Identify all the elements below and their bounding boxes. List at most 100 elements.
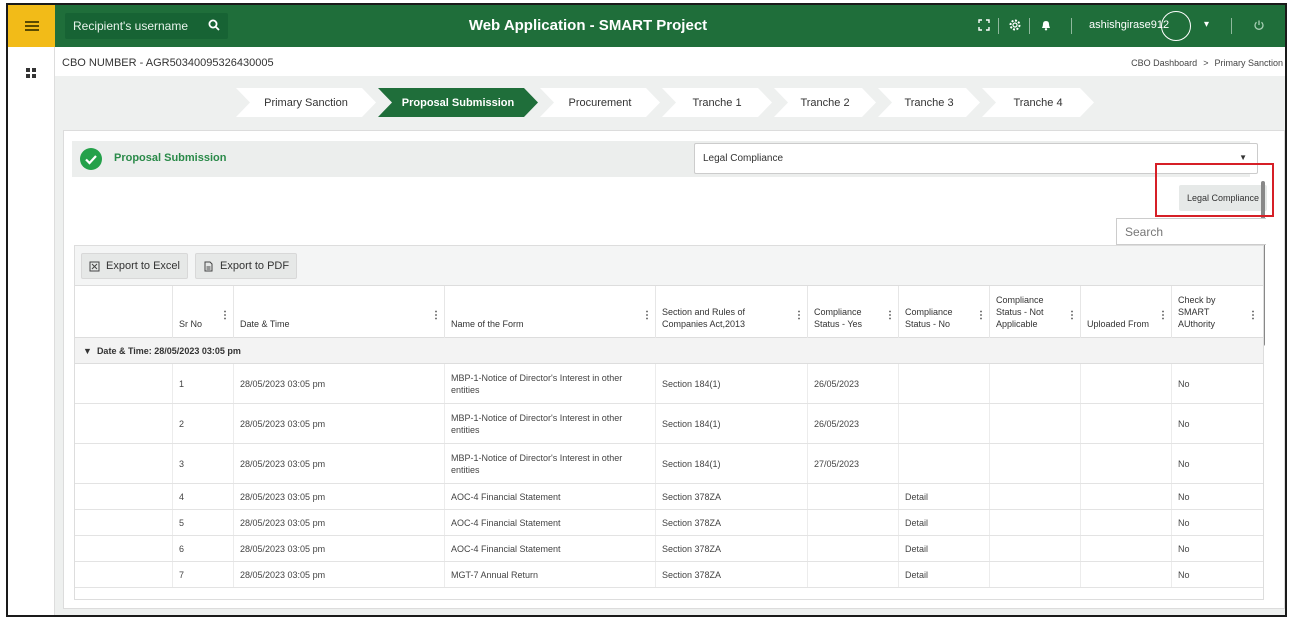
username-label[interactable]: ashishgirase912 bbox=[1089, 19, 1169, 31]
column-header-status-yes[interactable]: Compliance Status - Yes ⋮ bbox=[807, 286, 898, 338]
export-pdf-label: Export to PDF bbox=[220, 260, 290, 272]
apps-grid-icon[interactable] bbox=[25, 67, 37, 79]
step-tranche-1[interactable]: Tranche 1 bbox=[662, 88, 772, 117]
cell-form-name: MBP-1-Notice of Director's Interest in o… bbox=[444, 364, 655, 403]
cbo-header: CBO NUMBER - AGR50340095326430005 CBO Da… bbox=[55, 47, 1285, 76]
column-menu-icon[interactable]: ⋮ bbox=[1158, 310, 1168, 322]
table-row[interactable]: 4 28/05/2023 03:05 pm AOC-4 Financial St… bbox=[75, 484, 1263, 510]
column-header-label: Compliance Status - Not Applicable bbox=[996, 295, 1044, 329]
fullscreen-icon[interactable] bbox=[977, 18, 991, 32]
table-row[interactable]: 6 28/05/2023 03:05 pm AOC-4 Financial St… bbox=[75, 536, 1263, 562]
column-header-label: Uploaded From bbox=[1087, 319, 1150, 329]
export-pdf-button[interactable]: Export to PDF bbox=[195, 253, 298, 279]
recipient-search bbox=[65, 13, 228, 39]
column-header-check-smart[interactable]: Check by SMART AUthority ⋮ bbox=[1171, 286, 1261, 338]
cell-status-yes bbox=[807, 484, 898, 509]
grid-header: Sr No ⋮ Date & Time ⋮ Name of the Form ⋮ Se… bbox=[75, 286, 1263, 338]
table-row[interactable]: 3 28/05/2023 03:05 pm MBP-1-Notice of Di… bbox=[75, 444, 1263, 484]
cell-check: No bbox=[1171, 404, 1261, 443]
expand-caret-icon[interactable]: ▼ bbox=[83, 346, 92, 356]
table-row[interactable]: 2 28/05/2023 03:05 pm MBP-1-Notice of Di… bbox=[75, 404, 1263, 444]
toolbar-divider bbox=[1231, 18, 1232, 34]
column-menu-icon[interactable]: ⋮ bbox=[794, 310, 804, 322]
step-tranche-4[interactable]: Tranche 4 bbox=[982, 88, 1094, 117]
bell-icon[interactable] bbox=[1039, 18, 1053, 32]
grid-toolbar: Export to Excel Export to PDF bbox=[75, 246, 1263, 286]
table-row[interactable]: 5 28/05/2023 03:05 pm AOC-4 Financial St… bbox=[75, 510, 1263, 536]
step-primary-sanction[interactable]: Primary Sanction bbox=[236, 88, 376, 117]
cell-sr-no: 2 bbox=[172, 404, 233, 443]
cell-date-time: 28/05/2023 03:05 pm bbox=[233, 484, 444, 509]
toolbar-divider bbox=[1029, 18, 1030, 34]
group-row[interactable]: ▼ Date & Time: 28/05/2023 03:05 pm bbox=[75, 338, 1263, 364]
column-header-section-rules[interactable]: Section and Rules of Companies Act,2013 ⋮ bbox=[655, 286, 807, 338]
column-header-label: Date & Time bbox=[240, 319, 290, 329]
settings-icon[interactable] bbox=[1008, 18, 1022, 32]
chevron-down-icon: ▼ bbox=[1239, 153, 1247, 162]
cell-section: Section 378ZA bbox=[655, 536, 807, 561]
cell-status-na bbox=[989, 536, 1080, 561]
column-menu-icon[interactable]: ⋮ bbox=[1248, 310, 1258, 322]
column-header-status-no[interactable]: Compliance Status - No ⋮ bbox=[898, 286, 989, 338]
grid-search-input[interactable] bbox=[1116, 218, 1266, 245]
cell-date-time: 28/05/2023 03:05 pm bbox=[233, 510, 444, 535]
step-procurement[interactable]: Procurement bbox=[540, 88, 660, 117]
column-menu-icon[interactable]: ⋮ bbox=[642, 310, 652, 322]
cell-uploaded-from bbox=[1080, 510, 1171, 535]
search-icon[interactable] bbox=[208, 19, 220, 31]
power-icon[interactable] bbox=[1252, 18, 1266, 32]
annotation-highlight bbox=[1155, 163, 1274, 217]
column-header-date-time[interactable]: Date & Time ⋮ bbox=[233, 286, 444, 338]
proposal-card: Proposal Submission Legal Compliance ▼ L… bbox=[63, 130, 1285, 609]
table-row[interactable]: 7 28/05/2023 03:05 pm MGT-7 Annual Retur… bbox=[75, 562, 1263, 588]
cell-status-no bbox=[898, 444, 989, 483]
hamburger-menu-button[interactable] bbox=[8, 5, 55, 47]
table-row[interactable]: 1 28/05/2023 03:05 pm MBP-1-Notice of Di… bbox=[75, 364, 1263, 404]
cell-form-name: MBP-1-Notice of Director's Interest in o… bbox=[444, 404, 655, 443]
column-menu-icon[interactable]: ⋮ bbox=[431, 310, 441, 322]
excel-icon bbox=[89, 261, 100, 271]
pdf-icon bbox=[204, 261, 213, 271]
cell-section: Section 184(1) bbox=[655, 364, 807, 403]
toolbar-divider bbox=[998, 18, 999, 34]
cell-check: No bbox=[1171, 562, 1261, 587]
column-menu-icon[interactable]: ⋮ bbox=[220, 310, 230, 322]
step-tranche-3[interactable]: Tranche 3 bbox=[878, 88, 980, 117]
column-header-label: Name of the Form bbox=[451, 319, 524, 329]
export-excel-button[interactable]: Export to Excel bbox=[81, 253, 188, 279]
cell-status-yes: 26/05/2023 bbox=[807, 404, 898, 443]
column-menu-icon[interactable]: ⋮ bbox=[1067, 310, 1077, 322]
check-circle-icon bbox=[80, 148, 102, 170]
cell-check: No bbox=[1171, 510, 1261, 535]
column-header-uploaded-from[interactable]: Uploaded From ⋮ bbox=[1080, 286, 1171, 338]
cell-form-name: MGT-7 Annual Return bbox=[444, 562, 655, 587]
column-header-sr-no[interactable]: Sr No ⋮ bbox=[172, 286, 233, 338]
column-header-status-na[interactable]: Compliance Status - Not Applicable ⋮ bbox=[989, 286, 1080, 338]
cell-status-na bbox=[989, 364, 1080, 403]
cell-status-na bbox=[989, 484, 1080, 509]
column-menu-icon[interactable]: ⋮ bbox=[976, 310, 986, 322]
cell-check: No bbox=[1171, 536, 1261, 561]
cell-date-time: 28/05/2023 03:05 pm bbox=[233, 562, 444, 587]
step-proposal-submission[interactable]: Proposal Submission bbox=[378, 88, 538, 117]
cell-uploaded-from bbox=[1080, 484, 1171, 509]
column-header-form-name[interactable]: Name of the Form ⋮ bbox=[444, 286, 655, 338]
cell-status-no bbox=[898, 404, 989, 443]
cell-form-name: AOC-4 Financial Statement bbox=[444, 484, 655, 509]
column-header-label: Check by SMART AUthority bbox=[1178, 295, 1216, 329]
cell-status-yes bbox=[807, 536, 898, 561]
cell-section: Section 378ZA bbox=[655, 562, 807, 587]
cell-sr-no: 3 bbox=[172, 444, 233, 483]
cell-sr-no: 7 bbox=[172, 562, 233, 587]
chevron-down-icon[interactable]: ▾ bbox=[1204, 19, 1209, 30]
cbo-number: CBO NUMBER - AGR50340095326430005 bbox=[62, 57, 274, 69]
cell-status-na bbox=[989, 404, 1080, 443]
breadcrumb: CBO Dashboard > Primary Sanction bbox=[1131, 58, 1283, 68]
recipient-search-input[interactable] bbox=[65, 13, 197, 39]
column-menu-icon[interactable]: ⋮ bbox=[885, 310, 895, 322]
breadcrumb-cbo-dashboard[interactable]: CBO Dashboard bbox=[1131, 58, 1197, 68]
avatar[interactable] bbox=[1161, 11, 1191, 41]
cell-date-time: 28/05/2023 03:05 pm bbox=[233, 404, 444, 443]
cell-status-no bbox=[898, 364, 989, 403]
step-tranche-2[interactable]: Tranche 2 bbox=[774, 88, 876, 117]
